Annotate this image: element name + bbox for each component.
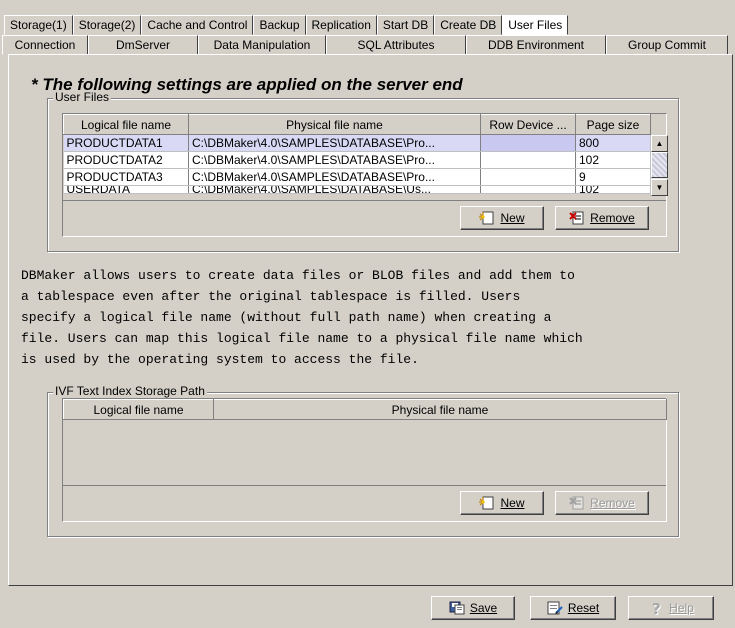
- physical-file-name-cell[interactable]: C:\DBMaker\4.0\SAMPLES\DATABASE\Us...: [188, 185, 481, 194]
- remove-user-file-button[interactable]: Remove: [555, 206, 649, 230]
- tab-dmserver[interactable]: DmServer: [88, 35, 198, 55]
- help-button-label: Help: [669, 601, 694, 615]
- row-device-cell[interactable]: [480, 185, 576, 194]
- scroll-down-arrow-icon[interactable]: ▼: [651, 179, 668, 196]
- row-device-cell[interactable]: [480, 151, 576, 169]
- page-size-cell[interactable]: 9: [575, 168, 651, 186]
- reset-icon: [547, 601, 563, 615]
- new-file-icon: [479, 496, 495, 510]
- save-icon: [449, 601, 465, 615]
- physical-file-name-cell[interactable]: C:\DBMaker\4.0\SAMPLES\DATABASE\Pro...: [188, 134, 481, 152]
- remove-button-label: Remove: [590, 496, 635, 510]
- tab-ddb-environment[interactable]: DDB Environment: [466, 35, 606, 55]
- tab-storage-2[interactable]: Storage(2): [72, 15, 142, 35]
- save-button[interactable]: Save: [431, 596, 515, 620]
- row-device-cell[interactable]: [480, 134, 576, 152]
- tab-user-files[interactable]: User Files: [502, 15, 569, 35]
- page-size-cell[interactable]: 102: [575, 185, 651, 194]
- user-files-panel: * The following settings are applied on …: [8, 54, 733, 586]
- table-row[interactable]: PRODUCTDATA2 C:\DBMaker\4.0\SAMPLES\DATA…: [63, 151, 651, 169]
- tab-replication[interactable]: Replication: [305, 15, 377, 35]
- table-row[interactable]: PRODUCTDATA3 C:\DBMaker\4.0\SAMPLES\DATA…: [63, 168, 651, 186]
- scroll-up-arrow-icon[interactable]: ▲: [651, 135, 668, 152]
- table-row[interactable]: PRODUCTDATA1 C:\DBMaker\4.0\SAMPLES\DATA…: [63, 134, 651, 152]
- new-user-file-button[interactable]: New: [460, 206, 544, 230]
- help-button[interactable]: ? Help: [628, 596, 714, 620]
- remove-button-label: Remove: [590, 211, 635, 225]
- remove-file-icon: [569, 211, 585, 225]
- tab-row-1: Storage(1) Storage(2) Cache and Control …: [4, 15, 569, 35]
- user-files-scrollbar[interactable]: ▲ ▼: [650, 135, 668, 196]
- tab-storage-1[interactable]: Storage(1): [4, 15, 73, 35]
- new-button-label: New: [500, 211, 525, 225]
- scrollbar-thumb[interactable]: [651, 152, 668, 178]
- page-size-cell[interactable]: 800: [575, 134, 651, 152]
- tab-data-manipulation[interactable]: Data Manipulation: [198, 35, 326, 55]
- column-header-logical-file-name[interactable]: Logical file name: [63, 399, 214, 420]
- user-files-table[interactable]: Logical file name Physical file name Row…: [62, 113, 668, 237]
- footer-bar: Save Reset ? Help: [8, 588, 733, 628]
- column-header-logical-file-name[interactable]: Logical file name: [63, 114, 189, 135]
- new-ivf-path-button[interactable]: New: [460, 491, 544, 515]
- tab-row-2: Connection DmServer Data Manipulation SQ…: [2, 35, 728, 55]
- logical-file-name-cell[interactable]: PRODUCTDATA1: [63, 134, 189, 152]
- table-row[interactable]: USERDATA C:\DBMaker\4.0\SAMPLES\DATABASE…: [63, 185, 651, 194]
- column-header-physical-file-name[interactable]: Physical file name: [213, 399, 667, 420]
- reset-button[interactable]: Reset: [530, 596, 616, 620]
- ivf-storage-table[interactable]: Logical file name Physical file name New…: [62, 398, 667, 522]
- reset-button-label: Reset: [567, 601, 600, 615]
- logical-file-name-cell[interactable]: PRODUCTDATA2: [63, 151, 189, 169]
- page-size-cell[interactable]: 102: [575, 151, 651, 169]
- tab-start-db[interactable]: Start DB: [376, 15, 435, 35]
- svg-text:?: ?: [652, 601, 661, 615]
- tab-connection[interactable]: Connection: [2, 35, 88, 55]
- tab-cache-and-control[interactable]: Cache and Control: [141, 15, 254, 35]
- column-header-row-device[interactable]: Row Device ...: [480, 114, 576, 135]
- physical-file-name-cell[interactable]: C:\DBMaker\4.0\SAMPLES\DATABASE\Pro...: [188, 168, 481, 186]
- tab-backup[interactable]: Backup: [253, 15, 306, 35]
- remove-ivf-path-button[interactable]: Remove: [555, 491, 649, 515]
- logical-file-name-cell[interactable]: USERDATA: [63, 185, 189, 194]
- logical-file-name-cell[interactable]: PRODUCTDATA3: [63, 168, 189, 186]
- tab-group-commit[interactable]: Group Commit: [606, 35, 728, 55]
- column-header-physical-file-name[interactable]: Physical file name: [188, 114, 481, 135]
- new-file-icon: [479, 211, 495, 225]
- user-files-description: DBMaker allows users to create data file…: [21, 268, 583, 367]
- ivf-storage-group-title: IVF Text Index Storage Path: [53, 384, 207, 398]
- tab-sql-attributes[interactable]: SQL Attributes: [326, 35, 466, 55]
- user-files-group-title: User Files: [53, 90, 112, 104]
- tab-create-db[interactable]: Create DB: [434, 15, 503, 35]
- remove-file-icon: [569, 496, 585, 510]
- save-button-label: Save: [469, 601, 498, 615]
- row-device-cell[interactable]: [480, 168, 576, 186]
- column-header-page-size[interactable]: Page size: [575, 114, 651, 135]
- new-button-label: New: [500, 496, 525, 510]
- help-question-icon: ?: [648, 600, 664, 618]
- physical-file-name-cell[interactable]: C:\DBMaker\4.0\SAMPLES\DATABASE\Pro...: [188, 151, 481, 169]
